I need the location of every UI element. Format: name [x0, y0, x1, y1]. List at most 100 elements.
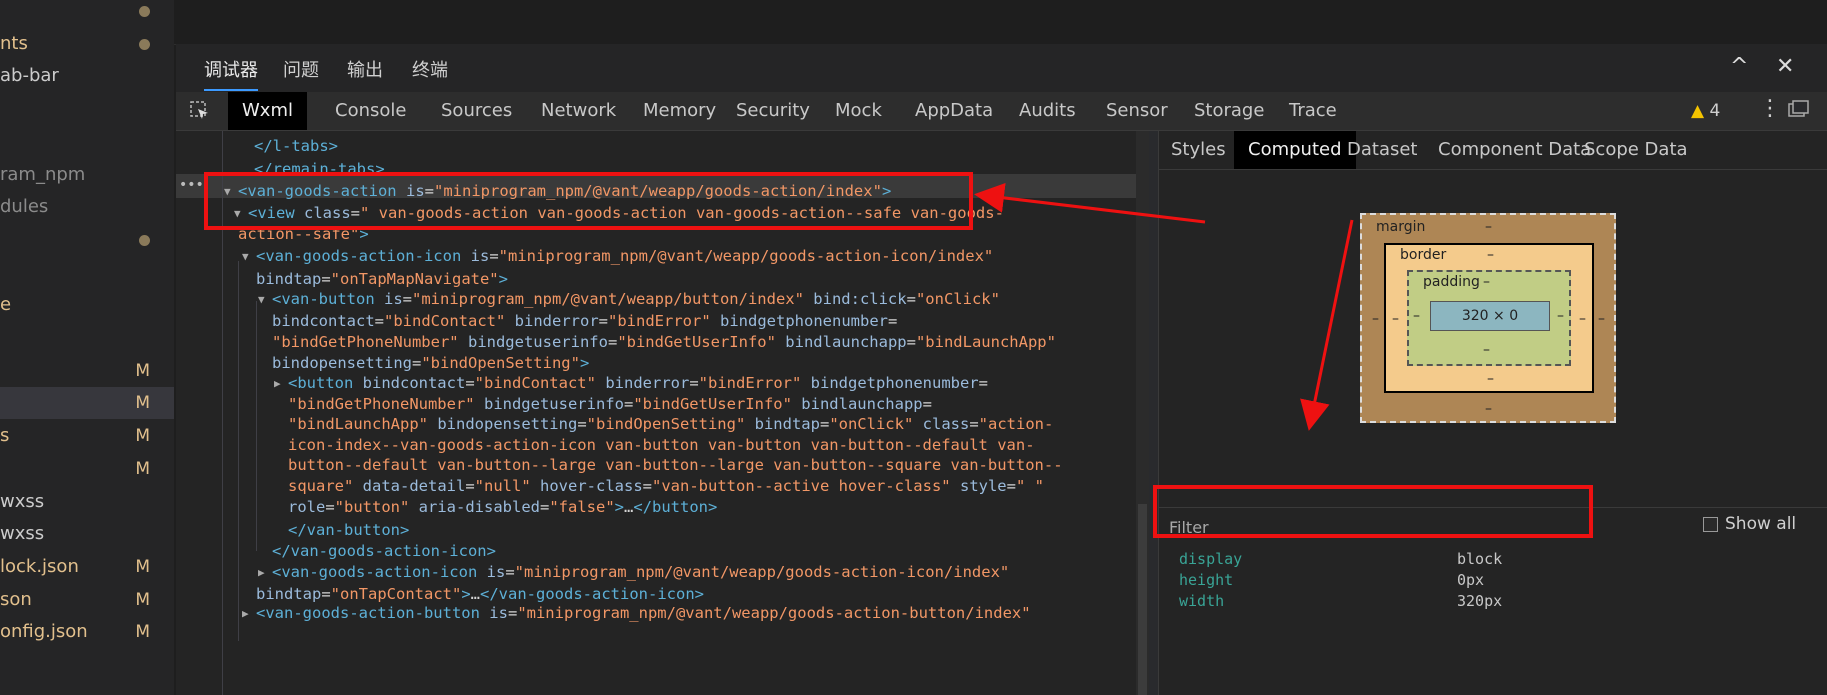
- explorer-item[interactable]: ab-bar: [0, 60, 174, 92]
- explorer-item[interactable]: M: [0, 453, 174, 485]
- tab-output[interactable]: 输出: [347, 56, 383, 82]
- tab-dataset[interactable]: Dataset: [1337, 131, 1428, 169]
- explorer-item[interactable]: [0, 126, 174, 158]
- code-token: >: [461, 585, 471, 603]
- explorer-item[interactable]: [0, 257, 174, 289]
- inspect-element-icon[interactable]: [190, 101, 210, 121]
- padding-bottom-value: –: [1483, 342, 1490, 358]
- code-token: hover-class: [540, 477, 643, 495]
- tab-trace[interactable]: Trace: [1281, 92, 1345, 130]
- code-token: binderror: [605, 374, 690, 392]
- tab-terminal[interactable]: 终端: [412, 56, 448, 82]
- tab-problems[interactable]: 问题: [283, 56, 319, 82]
- tab-wxml[interactable]: Wxml: [228, 92, 307, 130]
- expand-arrow-icon[interactable]: ▶: [242, 604, 249, 624]
- tab-storage[interactable]: Storage: [1186, 92, 1272, 130]
- explorer-item[interactable]: lock.json M: [0, 551, 174, 583]
- code-token: "onTapMapNavigate": [330, 270, 499, 288]
- explorer-item[interactable]: [0, 322, 174, 354]
- expand-arrow-icon[interactable]: ▶: [274, 374, 281, 394]
- explorer-item[interactable]: M: [0, 355, 174, 387]
- tab-debugger[interactable]: 调试器: [204, 56, 258, 91]
- code-token: =: [642, 477, 653, 495]
- code-token: bindcontact: [272, 312, 375, 330]
- wxml-node-line[interactable]: bindopensetting="bindOpenSetting">: [272, 353, 589, 373]
- tab-appdata[interactable]: AppData: [907, 92, 1001, 130]
- wxml-node-line[interactable]: role="button" aria-disabled="false">…</b…: [288, 497, 717, 517]
- wxml-node-line[interactable]: "bindGetPhoneNumber" bindgetuserinfo="bi…: [288, 394, 932, 414]
- explorer-item[interactable]: e: [0, 289, 174, 321]
- tab-styles[interactable]: Styles: [1161, 131, 1236, 169]
- wxml-node-line[interactable]: "bindLaunchApp" bindopensetting="bindOpe…: [288, 414, 1053, 434]
- wxml-node-line[interactable]: ▶ <van-goods-action-icon is="miniprogram_…: [258, 562, 1009, 582]
- code-token: "bindOpenSetting": [586, 415, 746, 433]
- explorer-item[interactable]: wxss: [0, 518, 174, 550]
- dock-side-icon[interactable]: [1788, 100, 1810, 118]
- wxml-node-line[interactable]: </van-button>: [288, 520, 409, 540]
- wxml-node-line[interactable]: ▼ <van-button is="miniprogram_npm/@vant/w…: [258, 289, 1000, 309]
- explorer-item[interactable]: [0, 93, 174, 125]
- tab-memory[interactable]: Memory: [635, 92, 724, 130]
- show-all-label: Show all: [1725, 514, 1797, 534]
- collapse-arrow-icon[interactable]: ▼: [258, 290, 265, 310]
- explorer-item[interactable]: M: [0, 387, 174, 420]
- node-ellipsis-icon[interactable]: •••: [179, 175, 204, 195]
- code-token: "bindGetPhoneNumber": [288, 395, 475, 413]
- explorer-item[interactable]: [0, 224, 174, 256]
- wxml-node-line[interactable]: "bindGetPhoneNumber" bindgetuserinfo="bi…: [272, 332, 1056, 352]
- explorer-item[interactable]: wxss: [0, 486, 174, 518]
- code-token: binderror: [514, 312, 599, 330]
- code-token: "bindContact": [474, 374, 596, 392]
- git-status-badge: M: [135, 360, 150, 381]
- explorer-item[interactable]: son M: [0, 584, 174, 616]
- code-token: " ": [1016, 477, 1044, 495]
- devtools-panel: 调试器 问题 输出 终端 ^ ✕ Wxml Console Sources Ne…: [176, 44, 1827, 695]
- wxml-node-line[interactable]: bindtap="onTapMapNavigate">: [256, 269, 508, 289]
- explorer-item[interactable]: sM: [0, 420, 174, 452]
- tab-mock[interactable]: Mock: [827, 92, 890, 130]
- tree-scrollbar-thumb[interactable]: [1138, 504, 1147, 695]
- code-token: is: [486, 563, 506, 581]
- warning-count[interactable]: ▲ 4: [1691, 101, 1720, 121]
- tab-sensor[interactable]: Sensor: [1098, 92, 1176, 130]
- code-token: square": [288, 477, 354, 495]
- tab-console[interactable]: Console: [327, 92, 414, 130]
- close-panel-icon[interactable]: ✕: [1776, 54, 1794, 79]
- code-token: =: [906, 333, 916, 351]
- wxml-node-line[interactable]: </van-goods-action-icon>: [272, 541, 496, 561]
- collapse-arrow-icon[interactable]: ▼: [242, 247, 249, 267]
- wxml-node-line[interactable]: ▶ <button bindcontact="bindContact" binde…: [274, 373, 988, 393]
- code-token: =: [598, 312, 609, 330]
- explorer-item[interactable]: onfig.json M: [0, 616, 174, 648]
- wxml-node-line[interactable]: ▶ <van-goods-action-button is="miniprogra…: [242, 603, 1031, 623]
- warning-triangle-icon: ▲: [1691, 101, 1705, 121]
- show-all-checkbox[interactable]: [1703, 517, 1718, 532]
- explorer-item[interactable]: nts: [0, 28, 174, 60]
- tab-network[interactable]: Network: [533, 92, 624, 130]
- explorer-item[interactable]: ram_npm: [0, 159, 174, 191]
- wxml-node-line[interactable]: ▼ <van-goods-action-icon is="miniprogram_…: [242, 246, 993, 266]
- tab-audits[interactable]: Audits: [1011, 92, 1084, 130]
- tab-security[interactable]: Security: [728, 92, 818, 130]
- wxml-node-line[interactable]: bindtap="onTapContact">…</van-goods-acti…: [256, 584, 704, 604]
- wxml-node-line[interactable]: bindcontact="bindContact" binderror="bin…: [272, 311, 897, 331]
- expand-arrow-icon[interactable]: ▶: [258, 563, 265, 583]
- tab-scope-data[interactable]: Scope Data: [1574, 131, 1698, 169]
- tab-sources[interactable]: Sources: [433, 92, 520, 130]
- code-token: =: [906, 290, 916, 308]
- wxml-node-line[interactable]: button--default van-button--large van-bu…: [288, 455, 1063, 475]
- explorer-item[interactable]: dules: [0, 191, 174, 223]
- collapse-panel-icon[interactable]: ^: [1730, 54, 1748, 79]
- explorer-item[interactable]: [0, 0, 174, 27]
- code-token: aria-disabled: [418, 498, 540, 516]
- wxml-node-line[interactable]: icon-index--van-goods-action-icon van-bu…: [288, 435, 1035, 455]
- more-options-icon[interactable]: ⋮: [1759, 96, 1781, 121]
- code-token: "button": [334, 498, 410, 516]
- code-token: >: [498, 270, 508, 288]
- wxml-node-line[interactable]: </l-tabs>: [254, 136, 338, 156]
- wxml-node-line[interactable]: square" data-detail="null" hover-class="…: [288, 476, 1044, 496]
